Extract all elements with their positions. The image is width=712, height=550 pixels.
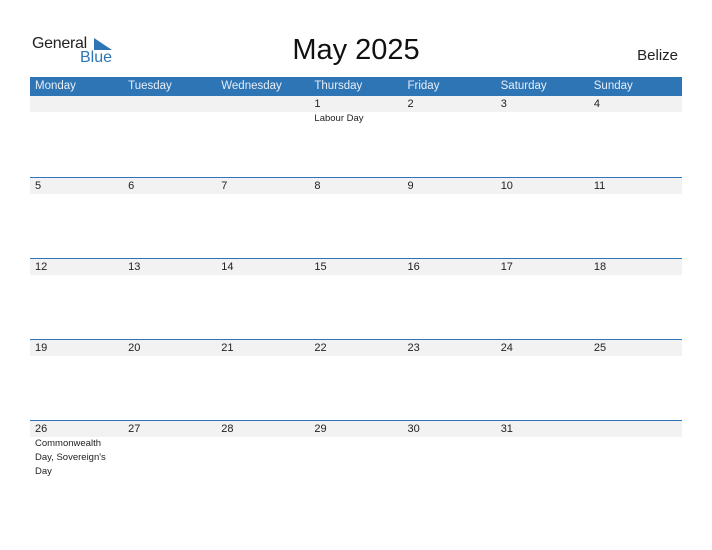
day-cell[interactable]: [216, 96, 309, 177]
day-number: 18: [593, 261, 607, 273]
day-cell[interactable]: 11: [589, 178, 682, 259]
day-number: 19: [35, 342, 48, 354]
day-cell[interactable]: 13: [123, 259, 216, 340]
day-number: 28: [221, 423, 234, 435]
day-cell[interactable]: 16: [403, 259, 496, 340]
week-row: 5 6 7 8 9 10 11: [30, 177, 682, 259]
day-cell[interactable]: 9: [403, 178, 496, 259]
weekday-header: Monday Tuesday Wednesday Thursday Friday Satu…: [30, 77, 682, 96]
day-number: [221, 96, 309, 112]
day-number: 3: [500, 98, 507, 110]
day-number: 11: [593, 180, 606, 192]
holiday-label: Commonwealth Day, Sovereign's Day: [35, 438, 106, 477]
day-cell[interactable]: 12: [30, 259, 123, 340]
day-number: 7: [221, 180, 228, 192]
day-number: [594, 421, 682, 437]
day-cell[interactable]: 21: [216, 340, 309, 421]
day-number: 2: [407, 98, 414, 110]
day-cell[interactable]: 26 Commonwealth Day, Sovereign's Day: [30, 421, 123, 502]
day-number: 24: [500, 342, 513, 354]
day-cell[interactable]: 2: [403, 96, 496, 177]
day-cell[interactable]: 15: [309, 259, 402, 340]
day-number: [35, 96, 123, 112]
day-number: 10: [500, 180, 513, 192]
day-cell[interactable]: 31: [496, 421, 589, 502]
weekday-sunday: Sunday: [593, 80, 633, 92]
day-number: 14: [221, 261, 234, 273]
day-cell[interactable]: 19: [30, 340, 123, 421]
day-number: 5: [35, 180, 42, 192]
day-cell[interactable]: 8: [309, 178, 402, 259]
day-number: 22: [314, 342, 327, 354]
day-cell[interactable]: 3: [496, 96, 589, 177]
day-cell[interactable]: [123, 96, 216, 177]
day-cell[interactable]: 10: [496, 178, 589, 259]
day-cell[interactable]: 20: [123, 340, 216, 421]
day-number: 20: [128, 342, 141, 354]
weekday-thursday: Thursday: [314, 80, 363, 92]
country-label: Belize: [637, 47, 678, 64]
day-cell[interactable]: 25: [589, 340, 682, 421]
day-cell[interactable]: 24: [496, 340, 589, 421]
day-number: 4: [593, 98, 600, 110]
day-number: 6: [128, 180, 135, 192]
day-number: 26: [35, 423, 48, 435]
day-number: 8: [314, 180, 321, 192]
day-cell[interactable]: 5: [30, 178, 123, 259]
day-number: 17: [500, 261, 513, 273]
day-cell[interactable]: 30: [403, 421, 496, 502]
day-number: 1: [314, 98, 321, 110]
day-cell[interactable]: 6: [123, 178, 216, 259]
day-number: 13: [128, 261, 141, 273]
weekday-tuesday: Tuesday: [128, 80, 172, 92]
day-number: 25: [593, 342, 607, 354]
week-row: 26 Commonwealth Day, Sovereign's Day 27 28 2…: [30, 420, 682, 502]
day-cell[interactable]: 14: [216, 259, 309, 340]
week-row: 1 Labour Day 2 3 4: [30, 96, 682, 177]
day-number: 12: [35, 261, 48, 273]
weekday-saturday: Saturday: [500, 80, 547, 92]
page-title: May 2025: [292, 34, 420, 66]
weekday-monday: Monday: [35, 80, 76, 92]
day-cell[interactable]: 17: [496, 259, 589, 340]
weekday-friday: Friday: [407, 80, 440, 92]
day-cell[interactable]: 29: [309, 421, 402, 502]
day-cell[interactable]: 23: [403, 340, 496, 421]
weekday-wednesday: Wednesday: [221, 80, 282, 92]
day-cell[interactable]: 7: [216, 178, 309, 259]
day-cell[interactable]: 27: [123, 421, 216, 502]
day-cell[interactable]: 1 Labour Day: [309, 96, 402, 177]
week-row: 19 20 21 22 23 24 25: [30, 339, 682, 421]
day-number: 30: [407, 423, 420, 435]
day-cell[interactable]: 22: [309, 340, 402, 421]
day-cell[interactable]: [589, 421, 682, 502]
day-number: 15: [314, 261, 327, 273]
week-row: 12 13 14 15 16 17 18: [30, 258, 682, 340]
day-number: 21: [221, 342, 234, 354]
holiday-label: Labour Day: [314, 113, 364, 124]
day-cell[interactable]: 4: [589, 96, 682, 177]
day-number: 27: [128, 423, 141, 435]
day-number: 31: [500, 423, 513, 435]
day-cell[interactable]: [30, 96, 123, 177]
day-number: 29: [314, 423, 327, 435]
day-number: 23: [407, 342, 420, 354]
day-number: 16: [407, 261, 420, 273]
day-number: [128, 96, 216, 112]
day-number: 9: [407, 180, 414, 192]
day-cell[interactable]: 28: [216, 421, 309, 502]
day-cell[interactable]: 18: [589, 259, 682, 340]
